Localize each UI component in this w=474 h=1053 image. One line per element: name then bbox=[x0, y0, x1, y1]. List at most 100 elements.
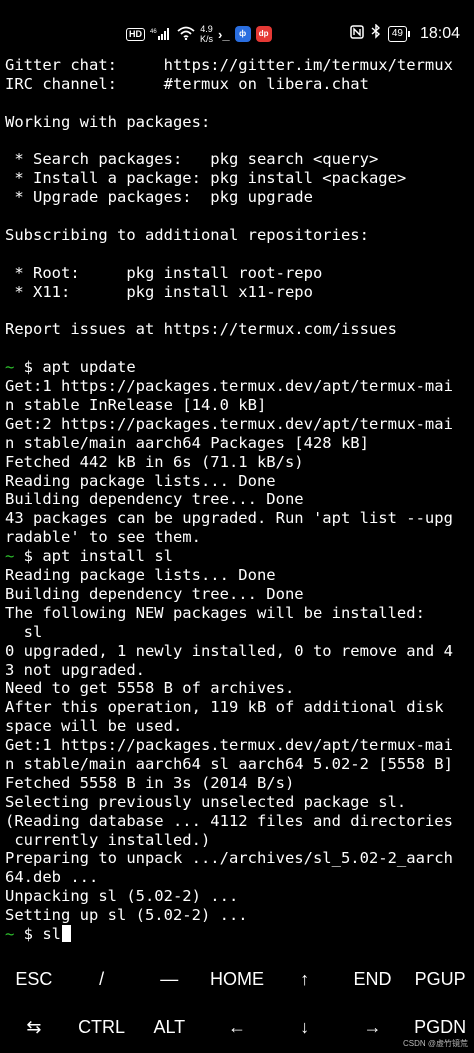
terminal-text: $ apt update bbox=[14, 358, 136, 377]
terminal-line: 64.deb ... bbox=[5, 868, 473, 887]
terminal-text: Need to get 5558 B of archives. bbox=[5, 679, 295, 698]
terminal-line: (Reading database ... 4112 files and dir… bbox=[5, 812, 473, 831]
speed-value: 4.9 bbox=[200, 24, 213, 34]
key-dash-button[interactable]: — bbox=[135, 955, 203, 1003]
terminal-line: Unpacking sl (5.02-2) ... bbox=[5, 887, 473, 906]
terminal-text: n stable InRelease [14.0 kB] bbox=[5, 396, 267, 415]
terminal-line: * Search packages: pkg search <query> bbox=[5, 150, 473, 169]
terminal-line: n stable InRelease [14.0 kB] bbox=[5, 396, 473, 415]
battery-icon: 49 bbox=[387, 25, 411, 42]
terminal-text: Reading package lists... Done bbox=[5, 471, 276, 490]
terminal-text: Fetched 442 kB in 6s (71.1 kB/s) bbox=[5, 452, 304, 471]
terminal-line: n stable/main aarch64 sl aarch64 5.02-2 … bbox=[5, 755, 473, 774]
key-end-button[interactable]: END bbox=[339, 955, 407, 1003]
prompt-tilde: ~ bbox=[5, 924, 15, 943]
terminal-text: Working with packages: bbox=[5, 112, 211, 131]
terminal-prompt-line: ~ $ apt update bbox=[5, 358, 473, 377]
terminal-text: Get:1 https://packages.termux.dev/apt/te… bbox=[5, 736, 453, 755]
hd-badge: HD bbox=[126, 27, 145, 41]
app-icon-blue: ф bbox=[234, 26, 251, 42]
key-left-button[interactable]: ← bbox=[203, 1003, 271, 1051]
terminal-text: After this operation, 119 kB of addition… bbox=[5, 698, 444, 717]
terminal-text: $ sl bbox=[14, 924, 62, 943]
terminal-text: Reading package lists... Done bbox=[5, 566, 276, 585]
app-icon-red: dp bbox=[255, 26, 272, 42]
key-down-button[interactable]: ↓ bbox=[271, 1003, 339, 1051]
terminal-line: Reading package lists... Done bbox=[5, 472, 473, 491]
terminal-text: 64.deb ... bbox=[5, 868, 99, 887]
terminal-line: Report issues at https://termux.com/issu… bbox=[5, 320, 473, 339]
terminal-text: (Reading database ... 4112 files and dir… bbox=[5, 811, 453, 830]
key-esc-button[interactable]: ESC bbox=[0, 955, 68, 1003]
key-right-button[interactable]: → bbox=[339, 1003, 407, 1051]
terminal-text: * X11: pkg install x11-repo bbox=[5, 282, 313, 301]
terminal-line: Reading package lists... Done bbox=[5, 566, 473, 585]
terminal-text: Building dependency tree... Done bbox=[5, 490, 304, 509]
terminal-output[interactable]: Gitter chat: https://gitter.im/termux/te… bbox=[5, 56, 473, 944]
terminal-text: 3 not upgraded. bbox=[5, 660, 145, 679]
terminal-text: Unpacking sl (5.02-2) ... bbox=[5, 887, 239, 906]
key-up-button[interactable]: ↑ bbox=[271, 955, 339, 1003]
terminal-line: IRC channel: #termux on libera.chat bbox=[5, 75, 473, 94]
terminal-text: Building dependency tree... Done bbox=[5, 584, 304, 603]
prompt-tilde: ~ bbox=[5, 547, 15, 566]
terminal-text: Subscribing to additional repositories: bbox=[5, 226, 369, 245]
terminal-line: Need to get 5558 B of archives. bbox=[5, 679, 473, 698]
terminal-line: radable' to see them. bbox=[5, 528, 473, 547]
terminal-text: 0 upgraded, 1 newly installed, 0 to remo… bbox=[5, 641, 453, 660]
terminal-text: Gitter chat: https://gitter.im/termux/te… bbox=[5, 56, 453, 74]
terminal-line: * Root: pkg install root-repo bbox=[5, 264, 473, 283]
terminal-prompt-line: ~ $ apt install sl bbox=[5, 547, 473, 566]
terminal-line: Get:1 https://packages.termux.dev/apt/te… bbox=[5, 377, 473, 396]
terminal-text: $ apt install sl bbox=[14, 547, 173, 566]
terminal-text: Setting up sl (5.02-2) ... bbox=[5, 906, 248, 925]
terminal-line: Fetched 5558 B in 3s (2014 B/s) bbox=[5, 774, 473, 793]
terminal-line: currently installed.) bbox=[5, 831, 473, 850]
terminal-line: 0 upgraded, 1 newly installed, 0 to remo… bbox=[5, 642, 473, 661]
terminal-text: radable' to see them. bbox=[5, 528, 201, 547]
key-ctrl-button[interactable]: CTRL bbox=[68, 1003, 136, 1051]
terminal-text: n stable/main aarch64 Packages [428 kB] bbox=[5, 433, 369, 452]
terminal-text: currently installed.) bbox=[5, 830, 211, 849]
terminal-line: * Upgrade packages: pkg upgrade bbox=[5, 188, 473, 207]
clock: 18:04 bbox=[419, 24, 460, 42]
terminal-text: 43 packages can be upgraded. Run 'apt li… bbox=[5, 509, 453, 528]
terminal-text: IRC channel: #termux on libera.chat bbox=[5, 74, 369, 93]
terminal-text: * Root: pkg install root-repo bbox=[5, 263, 323, 282]
terminal-line: n stable/main aarch64 Packages [428 kB] bbox=[5, 434, 473, 453]
terminal-line: After this operation, 119 kB of addition… bbox=[5, 698, 473, 717]
terminal-line: Building dependency tree... Done bbox=[5, 490, 473, 509]
terminal-line: Subscribing to additional repositories: bbox=[5, 226, 473, 245]
signal-icon: 46 bbox=[150, 27, 172, 42]
terminal-line: space will be used. bbox=[5, 717, 473, 736]
key-alt-button[interactable]: ALT bbox=[135, 1003, 203, 1051]
status-bar: HD 46 4.9 K/s ›_ ф dp 49 18:04 bbox=[0, 0, 474, 48]
terminal-text: Selecting previously unselected package … bbox=[5, 792, 407, 811]
terminal-line: The following NEW packages will be insta… bbox=[5, 604, 473, 623]
network-speed: 4.9 K/s bbox=[200, 24, 213, 44]
key-slash-button[interactable]: / bbox=[68, 955, 136, 1003]
terminal-line: Working with packages: bbox=[5, 113, 473, 132]
terminal-text: Report issues at https://termux.com/issu… bbox=[5, 320, 397, 339]
key-pgup-button[interactable]: PGUP bbox=[406, 955, 474, 1003]
terminal-line: * Install a package: pkg install <packag… bbox=[5, 169, 473, 188]
prompt-tilde: ~ bbox=[5, 358, 15, 377]
terminal-text: Preparing to unpack .../archives/sl_5.02… bbox=[5, 849, 453, 868]
terminal-line: Building dependency tree... Done bbox=[5, 585, 473, 604]
terminal-text: n stable/main aarch64 sl aarch64 5.02-2 … bbox=[5, 754, 453, 773]
terminal-line: Setting up sl (5.02-2) ... bbox=[5, 906, 473, 925]
key-tab-button[interactable]: ⇆ bbox=[0, 1003, 68, 1051]
terminal-text: Fetched 5558 B in 3s (2014 B/s) bbox=[5, 773, 295, 792]
status-left: HD 46 4.9 K/s ›_ ф dp bbox=[126, 24, 272, 44]
terminal-line: 3 not upgraded. bbox=[5, 661, 473, 680]
key-home-button[interactable]: HOME bbox=[203, 955, 271, 1003]
network-type: 46 bbox=[150, 29, 157, 35]
terminal-text: * Upgrade packages: pkg upgrade bbox=[5, 188, 313, 207]
terminal-text: * Search packages: pkg search <query> bbox=[5, 150, 379, 169]
wifi-icon bbox=[177, 26, 195, 42]
speed-unit: K/s bbox=[200, 34, 214, 44]
nfc-icon bbox=[350, 24, 364, 43]
terminal-line: Preparing to unpack .../archives/sl_5.02… bbox=[5, 849, 473, 868]
